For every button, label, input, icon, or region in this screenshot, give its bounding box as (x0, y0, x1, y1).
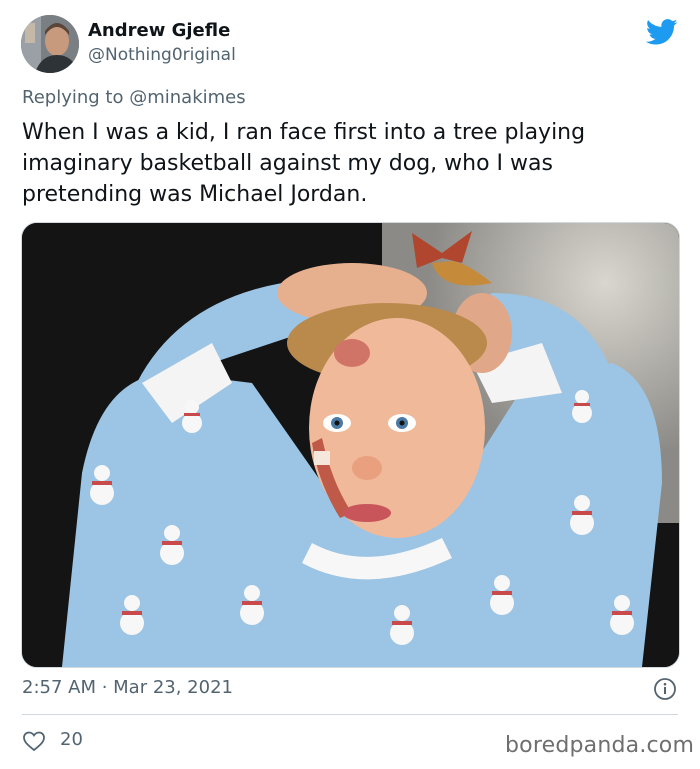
like-count[interactable]: 20 (60, 729, 83, 750)
author-handle[interactable]: @Nothing0riginal (88, 45, 236, 65)
tweet-timestamp[interactable]: 2:57 AM · Mar 23, 2021 (22, 677, 233, 698)
author-name[interactable]: Andrew Gjefle (88, 20, 230, 41)
avatar-image (21, 15, 79, 73)
avatar[interactable] (21, 15, 79, 73)
twitter-bird-icon[interactable] (646, 16, 678, 48)
reply-mention-link[interactable]: @minakimes (129, 87, 245, 108)
watermark: boredpanda.com (505, 733, 695, 758)
photo-image (22, 223, 679, 667)
tweet-text: When I was a kid, I ran face first into … (22, 120, 586, 207)
divider (22, 714, 678, 715)
reply-context: Replying to @minakimes (22, 87, 246, 108)
info-icon[interactable] (653, 677, 677, 701)
heart-icon[interactable] (22, 729, 46, 753)
reply-prefix: Replying to (22, 87, 124, 108)
tweet-photo[interactable] (21, 222, 680, 668)
